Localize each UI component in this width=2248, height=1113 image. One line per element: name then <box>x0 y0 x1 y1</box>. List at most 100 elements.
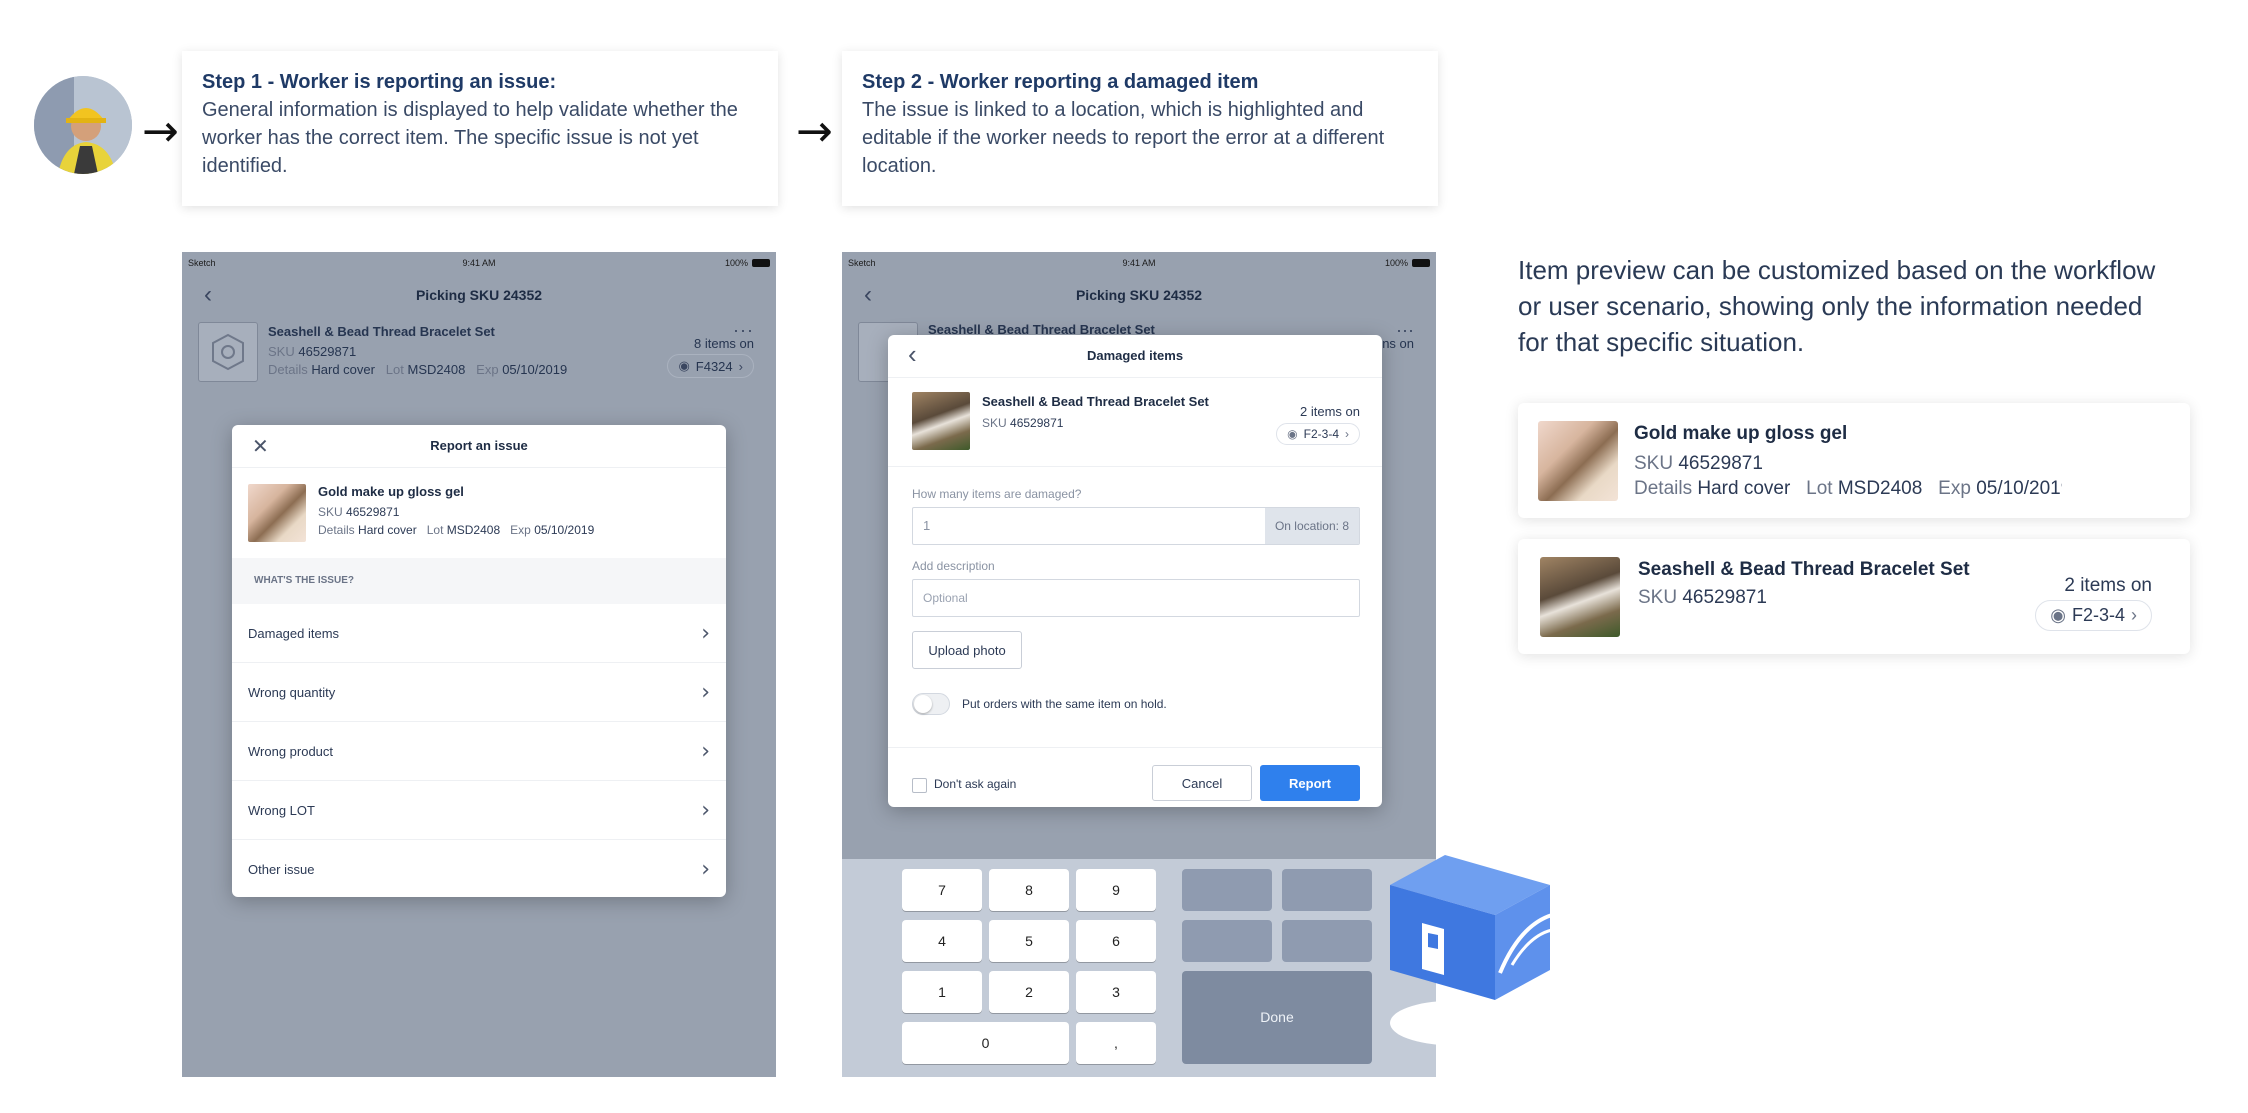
item-name: Seashell & Bead Thread Bracelet Set <box>268 324 495 339</box>
damaged-items-modal: ‹ Damaged items Seashell & Bead Thread B… <box>888 335 1382 807</box>
battery-icon <box>1412 259 1430 267</box>
modal-title: Damaged items <box>1086 348 1184 363</box>
modal-product: Seashell & Bead Thread Bracelet Set SKU … <box>888 378 1382 467</box>
battery-label: 100% <box>1384 258 1408 268</box>
step2-description: The issue is linked to a location, which… <box>862 99 1385 177</box>
product-count: 2 items on <box>2064 575 2152 596</box>
cancel-button[interactable]: Cancel <box>1152 765 1252 801</box>
keypad-blank-key <box>1182 920 1272 962</box>
location-pin-icon: ◉ <box>1287 427 1298 441</box>
key-0[interactable]: 0 <box>902 1022 1069 1064</box>
status-time: 9:41 AM <box>462 258 496 268</box>
chevron-right-icon: › <box>701 797 710 823</box>
issue-damaged-items[interactable]: Damaged items › <box>232 604 726 663</box>
preview-card-gloss: Gold make up gloss gel SKU 46529871 Deta… <box>1518 403 2190 518</box>
hold-toggle[interactable] <box>912 693 950 715</box>
chevron-right-icon: › <box>701 679 710 705</box>
product-details: Details Hard cover Lot MSD2408 Exp 05/10… <box>318 523 595 537</box>
arrow-right-icon: → <box>796 106 833 157</box>
location-pill[interactable]: ◉ F2-3-4 › <box>2035 600 2152 631</box>
key-5[interactable]: 5 <box>989 920 1069 962</box>
phone-screen-damaged-items: Sketch 9:41 AM 100% ‹ Picking SKU 24352 … <box>842 252 1436 1077</box>
chevron-right-icon: › <box>738 358 743 374</box>
step2-title: Step 2 - Worker reporting a damaged item <box>862 71 1259 93</box>
chevron-right-icon: › <box>701 620 710 646</box>
issue-wrong-product[interactable]: Wrong product › <box>232 722 726 781</box>
product-thumbnail <box>1540 557 1620 637</box>
key-comma[interactable]: , <box>1076 1022 1156 1064</box>
issue-section-header: WHAT'S THE ISSUE? <box>232 558 726 604</box>
description-label: Add description <box>912 559 995 573</box>
nav-bar: ‹ Picking SKU 24352 <box>182 274 776 316</box>
key-2[interactable]: 2 <box>989 971 1069 1013</box>
back-chevron-icon[interactable]: ‹ <box>204 274 212 316</box>
item-count: 8 items on <box>694 336 754 351</box>
issue-other[interactable]: Other issue › <box>232 840 726 897</box>
chevron-right-icon: › <box>1345 427 1349 441</box>
quantity-input[interactable]: 1 On location: 8 <box>912 507 1360 545</box>
back-chevron-icon[interactable]: ‹ <box>908 339 917 370</box>
product-name: Gold make up gloss gel <box>318 484 464 499</box>
upload-photo-button[interactable]: Upload photo <box>912 631 1022 669</box>
dont-ask-checkbox[interactable] <box>912 778 927 793</box>
modal-header: ✕ Report an issue <box>232 425 726 468</box>
quantity-label: How many items are damaged? <box>912 487 1082 501</box>
report-button[interactable]: Report <box>1260 765 1360 801</box>
done-key[interactable]: Done <box>1182 971 1372 1064</box>
keypad-blank-key <box>1282 920 1372 962</box>
product-thumbnail <box>248 484 306 542</box>
location-pill[interactable]: ◉ F4324 › <box>667 354 754 378</box>
modal-product: Gold make up gloss gel SKU 46529871 Deta… <box>232 468 726 558</box>
step1-card: Step 1 - Worker is reporting an issue: G… <box>182 51 778 206</box>
status-bar: Sketch 9:41 AM 100% <box>182 252 776 274</box>
nav-title: Picking SKU 24352 <box>1075 287 1203 303</box>
hold-toggle-label: Put orders with the same item on hold. <box>962 697 1167 711</box>
key-6[interactable]: 6 <box>1076 920 1156 962</box>
key-8[interactable]: 8 <box>989 869 1069 911</box>
numeric-keypad: 7 8 9 4 5 6 1 2 3 0 , Done <box>842 859 1436 1077</box>
chevron-right-icon: › <box>2131 605 2137 625</box>
product-sku: SKU 46529871 <box>1634 453 1763 474</box>
key-9[interactable]: 9 <box>1076 869 1156 911</box>
issue-list: Damaged items › Wrong quantity › Wrong pro… <box>232 604 726 897</box>
product-name: Seashell & Bead Thread Bracelet Set <box>1638 559 1970 580</box>
key-3[interactable]: 3 <box>1076 971 1156 1013</box>
modal-header: ‹ Damaged items <box>888 335 1382 378</box>
nav-bar: ‹ Picking SKU 24352 <box>842 274 1436 316</box>
chevron-right-icon: › <box>701 738 710 764</box>
product-count: 2 items on <box>1300 404 1360 419</box>
step1-description: General information is displayed to help… <box>202 99 738 177</box>
product-name: Gold make up gloss gel <box>1634 423 1848 444</box>
product-sku: SKU 46529871 <box>982 416 1064 430</box>
item-details: Details Hard cover Lot MSD2408 Exp 05/10… <box>268 362 568 377</box>
product-thumbnail <box>912 392 970 450</box>
quantity-value: 1 <box>923 518 931 533</box>
phone-screen-report-issue: Sketch 9:41 AM 100% ‹ Picking SKU 24352 … <box>182 252 776 1077</box>
description-input[interactable]: Optional <box>912 579 1360 617</box>
modal-title: Report an issue <box>430 438 528 453</box>
on-location-count: On location: 8 <box>1264 508 1359 544</box>
preview-card-bracelet: Seashell & Bead Thread Bracelet Set SKU … <box>1518 539 2190 654</box>
battery-label: 100% <box>724 258 748 268</box>
worker-avatar <box>34 76 132 174</box>
report-issue-modal: ✕ Report an issue Gold make up gloss gel… <box>232 425 726 897</box>
status-time: 9:41 AM <box>1122 258 1156 268</box>
product-thumbnail <box>1538 421 1618 501</box>
footer-divider <box>888 747 1382 748</box>
keypad-blank-key <box>1182 869 1272 911</box>
product-sku: SKU 46529871 <box>318 505 400 519</box>
key-1[interactable]: 1 <box>902 971 982 1013</box>
nav-title: Picking SKU 24352 <box>415 287 543 303</box>
issue-wrong-quantity[interactable]: Wrong quantity › <box>232 663 726 722</box>
key-4[interactable]: 4 <box>902 920 982 962</box>
preview-description: Item preview can be customized based on … <box>1518 255 2156 357</box>
location-pill[interactable]: ◉ F2-3-4 › <box>1276 423 1360 445</box>
chevron-right-icon: › <box>701 856 710 882</box>
product-name: Seashell & Bead Thread Bracelet Set <box>982 394 1209 409</box>
keypad-blank-key <box>1282 869 1372 911</box>
issue-wrong-lot[interactable]: Wrong LOT › <box>232 781 726 840</box>
key-7[interactable]: 7 <box>902 869 982 911</box>
close-icon[interactable]: ✕ <box>252 434 269 458</box>
back-chevron-icon[interactable]: ‹ <box>864 274 872 316</box>
dont-ask-label: Don't ask again <box>934 777 1017 791</box>
